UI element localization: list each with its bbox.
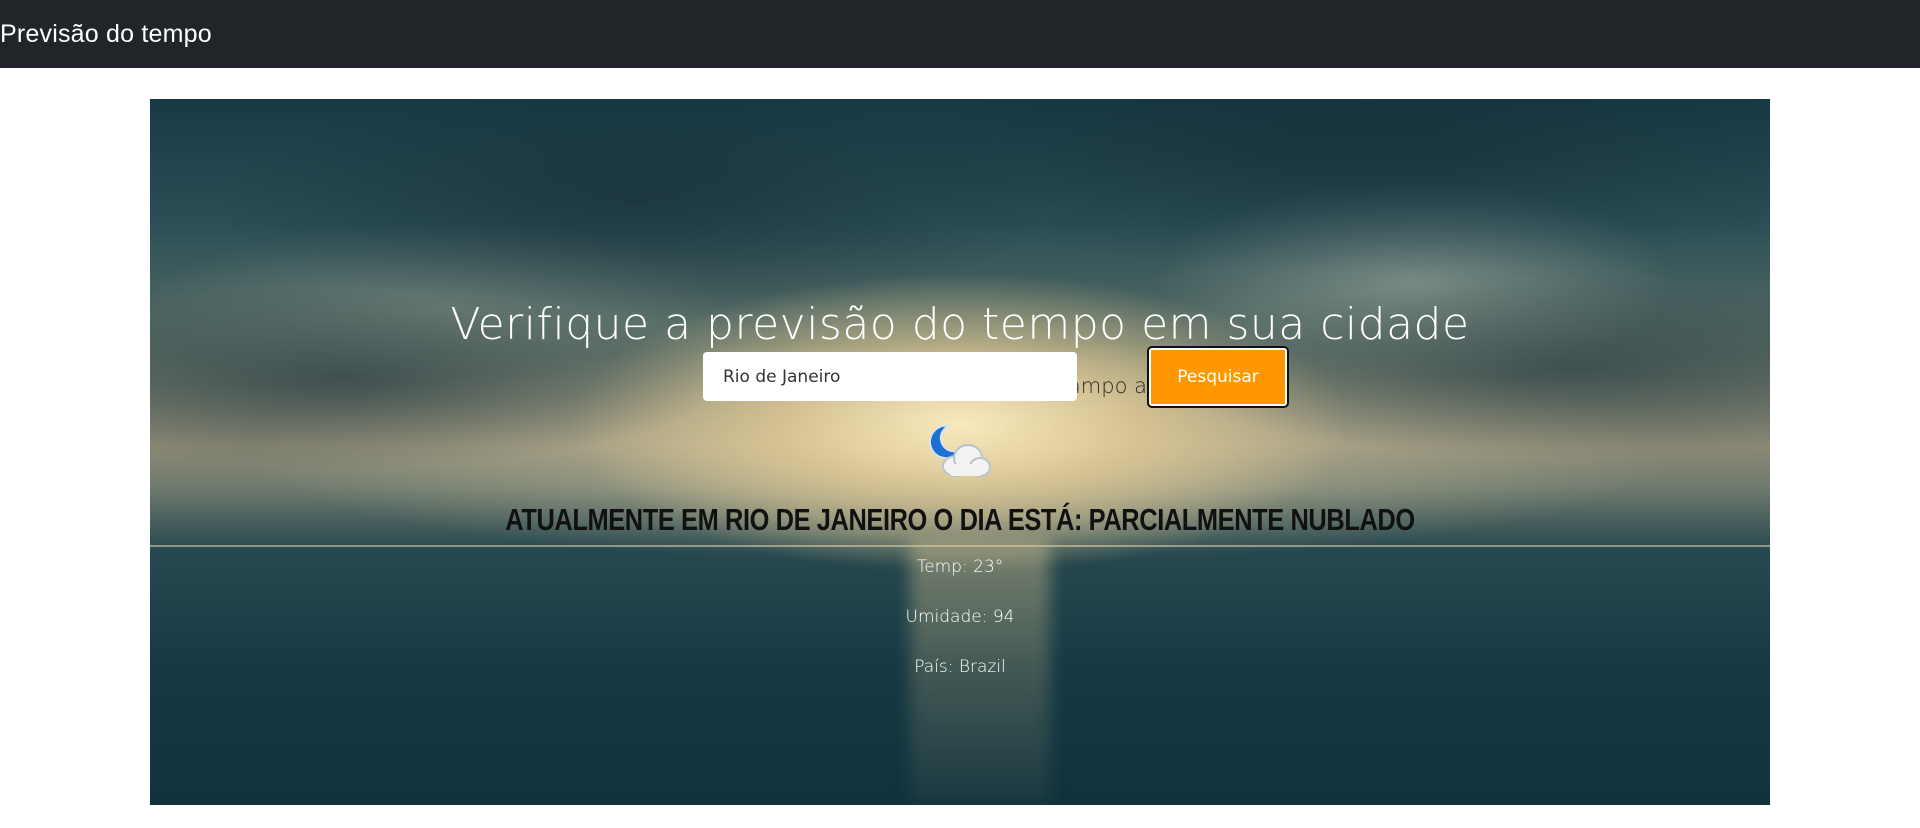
weather-status: Atualmente em Rio de Janeiro o dia está:…	[505, 502, 1415, 537]
temperature-text: Temp: 23°	[916, 557, 1004, 577]
country-text: País: Brazil	[914, 657, 1006, 677]
navbar: Previsão do tempo	[0, 0, 1920, 68]
city-search-input[interactable]	[703, 352, 1077, 401]
humidity-text: Umidade: 94	[905, 607, 1015, 627]
brand-link[interactable]: Previsão do tempo	[0, 20, 212, 49]
page-title: Verifique a previsão do tempo em sua cid…	[450, 299, 1470, 350]
search-button[interactable]: Pesquisar	[1147, 346, 1289, 408]
hero-banner: Verifique a previsão do tempo em sua cid…	[150, 99, 1770, 805]
partly-cloudy-night-icon	[929, 425, 991, 477]
